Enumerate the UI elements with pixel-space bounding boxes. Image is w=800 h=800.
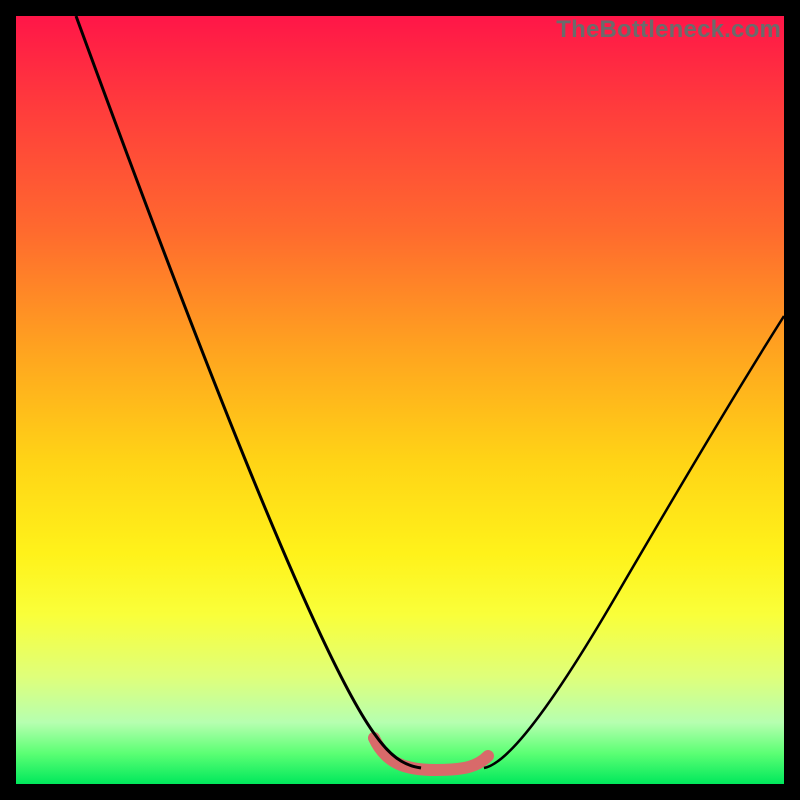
curve-right — [484, 316, 784, 768]
chart-svg — [16, 16, 784, 784]
chart-frame: TheBottleneck.com — [16, 16, 784, 784]
watermark-text: TheBottleneck.com — [556, 16, 781, 44]
curve-left — [76, 16, 421, 768]
